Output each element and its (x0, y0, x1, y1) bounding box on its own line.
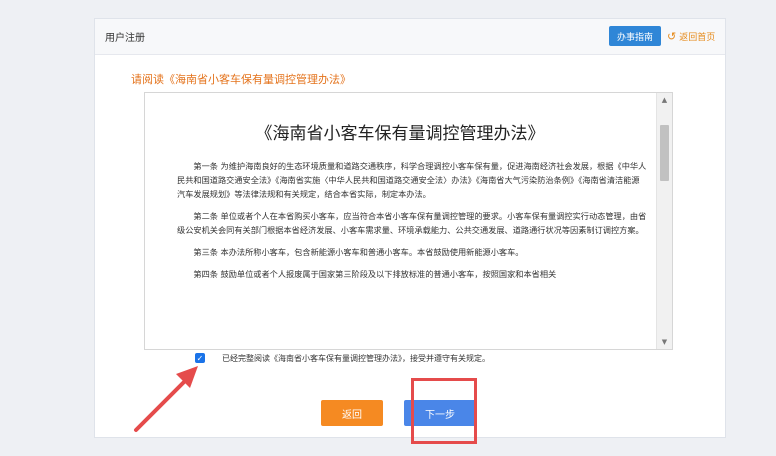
page-title: 用户注册 (105, 33, 145, 44)
back-button[interactable]: 返回 (321, 400, 383, 426)
document-paragraph: 第二条 单位或者个人在本省购买小客车，应当符合本省小客车保有量调控管理的要求。小… (177, 211, 647, 235)
scroll-down-icon[interactable]: ▼ (657, 335, 672, 349)
panel-header: 用户注册 办事指南 ↺ 返回首页 (95, 19, 725, 55)
document-viewer[interactable]: 《海南省小客车保有量调控管理办法》 第一条 为维护海南良好的生态环境质量和道路交… (144, 92, 673, 350)
back-home-label: 返回首页 (679, 33, 716, 43)
document-paragraph: 第四条 鼓励单位或者个人报废属于国家第三阶段及以下排放标准的普通小客车，按照国家… (193, 269, 557, 279)
read-prompt: 请阅读《海南省小客车保有量调控管理办法》 (131, 73, 351, 86)
document-scrollbar[interactable]: ▲ ▼ (656, 93, 672, 349)
scroll-thumb[interactable] (660, 125, 669, 181)
guide-button[interactable]: 办事指南 (609, 26, 661, 46)
document-paragraph: 第三条 本办法所称小客车，包含新能源小客车和普通小客车。本省鼓励使用新能源小客车… (193, 247, 524, 257)
agreement-text: 已经完整阅读《海南省小客车保有量调控管理办法》，接受并遵守有关规定。 (222, 353, 490, 363)
document-title: 《海南省小客车保有量调控管理办法》 (255, 124, 545, 144)
document-body: 第一条 为维护海南良好的生态环境质量和道路交通秩序，科学合理调控小客车保有量，促… (177, 159, 647, 289)
document-paragraph: 第一条 为维护海南良好的生态环境质量和道路交通秩序，科学合理调控小客车保有量，促… (177, 161, 647, 199)
back-home-link[interactable]: ↺ 返回首页 (667, 30, 715, 43)
annotation-arrow-icon (134, 366, 198, 432)
scroll-up-icon[interactable]: ▲ (657, 93, 672, 107)
annotation-highlight-box (411, 378, 477, 444)
return-icon: ↺ (667, 30, 677, 43)
agreement-row: ✓ 已经完整阅读《海南省小客车保有量调控管理办法》，接受并遵守有关规定。 (195, 350, 490, 366)
